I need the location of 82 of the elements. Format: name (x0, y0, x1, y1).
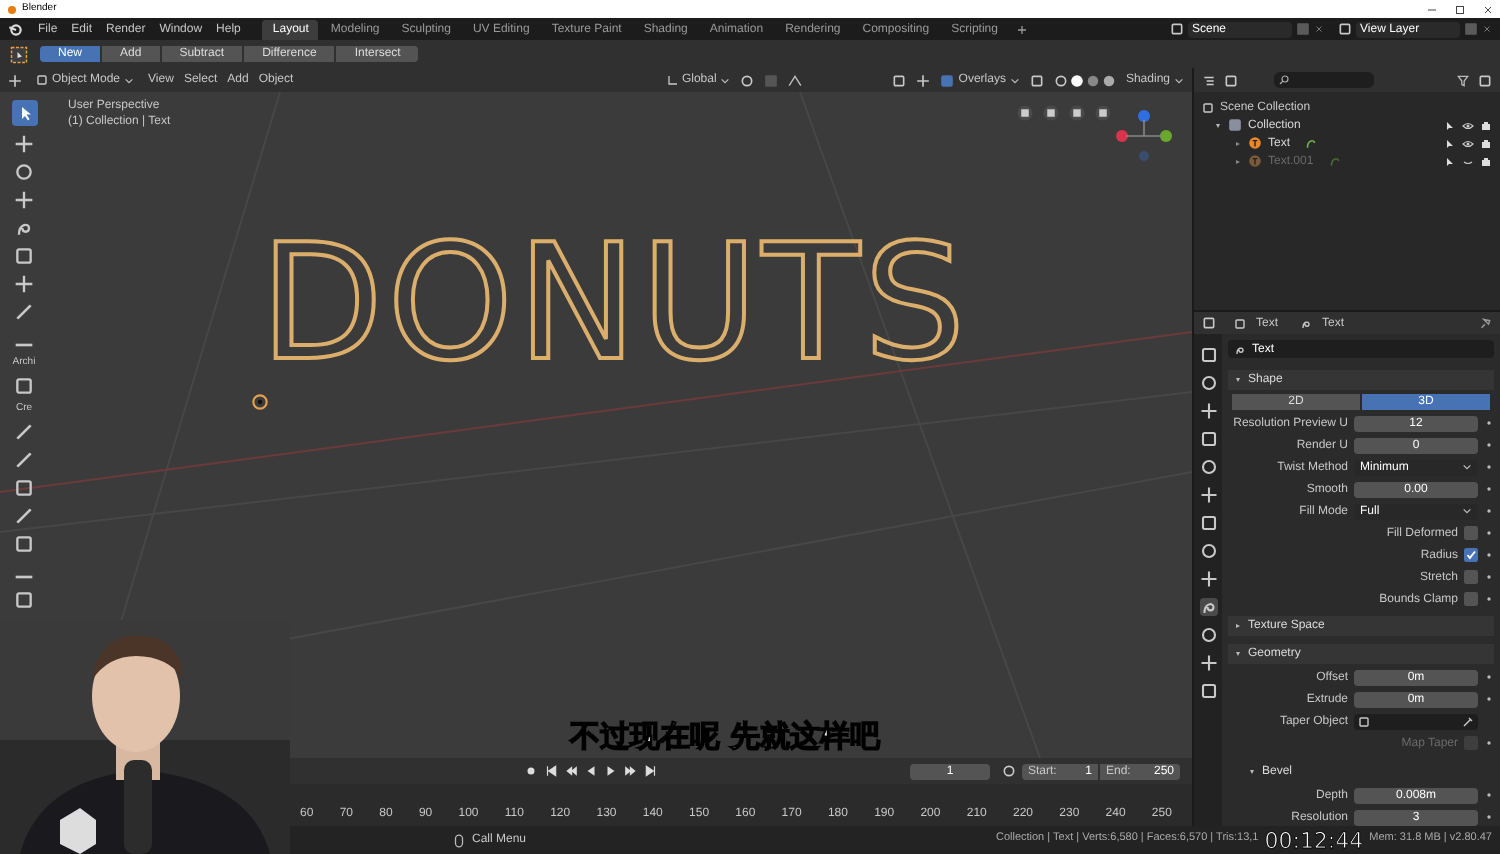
chevron-icon (720, 75, 731, 85)
close-icon[interactable] (1314, 24, 1324, 34)
pivot-icon[interactable] (740, 73, 755, 87)
rendered-shading-icon[interactable] (1101, 73, 1116, 87)
blender-logo-icon[interactable] (8, 21, 24, 37)
pin-icon[interactable] (1478, 316, 1492, 330)
close-icon[interactable] (1482, 24, 1492, 34)
square-icon[interactable] (14, 478, 34, 498)
keyframe-dot-icon[interactable] (1484, 418, 1494, 428)
minimize-icon[interactable] (1426, 3, 1438, 15)
close-icon[interactable] (1482, 3, 1494, 15)
square-icon[interactable] (1199, 514, 1217, 532)
curve-icon (1234, 343, 1246, 355)
wireframe-shading-icon[interactable] (1053, 73, 1068, 87)
filter-icon[interactable] (1456, 73, 1470, 87)
keyframe-dot-icon[interactable] (1484, 594, 1494, 604)
select-box-icon[interactable] (10, 45, 28, 63)
keyframe-dot-icon[interactable] (1484, 672, 1494, 682)
new-icon[interactable] (1296, 22, 1310, 36)
keyframe-dot-icon[interactable] (1484, 812, 1494, 822)
square-icon[interactable] (14, 376, 34, 396)
text-object-icon (1248, 136, 1262, 150)
search-field[interactable] (1274, 72, 1374, 88)
checkbox[interactable] (1464, 570, 1478, 584)
circle-icon[interactable] (14, 162, 34, 182)
disclosure-icon[interactable] (1214, 121, 1222, 129)
keyframe-dot-icon[interactable] (1484, 694, 1494, 704)
next-key-icon[interactable] (624, 764, 638, 778)
outliner-icon[interactable] (1202, 73, 1216, 87)
keyframe-dot-icon[interactable] (1484, 528, 1494, 538)
chevron-icon (1462, 462, 1472, 472)
app-logo-icon (6, 3, 18, 15)
chevron-icon (1174, 75, 1184, 85)
clock-icon[interactable] (1002, 764, 1016, 778)
chevron-icon (1462, 506, 1472, 516)
checkbox[interactable] (1464, 526, 1478, 540)
keyframe-dot-icon[interactable] (1484, 506, 1494, 516)
material-shading-icon[interactable] (1085, 73, 1100, 87)
chevron-icon (1009, 75, 1020, 85)
search-icon (1278, 74, 1290, 86)
curve-icon (1300, 317, 1313, 329)
jump-end-icon[interactable] (644, 764, 658, 778)
record-icon[interactable] (524, 764, 538, 778)
eye-icon[interactable] (1462, 137, 1474, 149)
previous-key-icon[interactable] (564, 764, 578, 778)
mouse-icon (452, 833, 466, 847)
axis-gizmo-icon[interactable] (1112, 108, 1176, 164)
video-timestamp: 00:12:44 (1264, 829, 1364, 851)
add-icon[interactable] (1015, 23, 1028, 35)
overlays-icon (940, 73, 955, 87)
scale-icon[interactable] (14, 246, 34, 266)
editor-type-icon[interactable] (8, 73, 22, 87)
keyframe-dot-icon[interactable] (1484, 738, 1494, 748)
keyframe-dot-icon[interactable] (1484, 572, 1494, 582)
cursor-cross-icon[interactable] (14, 134, 34, 154)
play-reverse-icon[interactable] (584, 764, 598, 778)
chevron-icon (124, 75, 135, 85)
axes-icon (665, 74, 678, 86)
square-icon[interactable] (14, 590, 34, 610)
jump-start-icon[interactable] (544, 764, 558, 778)
keyframe-dot-icon[interactable] (1484, 462, 1494, 472)
square-icon[interactable] (14, 534, 34, 554)
curve-icon[interactable] (1199, 598, 1217, 616)
play-icon[interactable] (604, 764, 618, 778)
object-field[interactable] (1354, 713, 1478, 729)
solid-shading-icon[interactable] (1069, 73, 1084, 87)
collection-icon (1228, 118, 1242, 132)
proportional-icon[interactable] (788, 73, 803, 87)
origin-icon (250, 392, 270, 412)
text-object: DONUTS (260, 224, 970, 384)
keyframe-dot-icon[interactable] (1484, 790, 1494, 800)
eyedropper-icon[interactable] (1462, 715, 1474, 727)
select-tool-button[interactable] (11, 100, 37, 126)
keyframe-dot-icon[interactable] (1484, 550, 1494, 560)
checkbox[interactable] (1464, 592, 1478, 606)
keyframe-dot-icon[interactable] (1484, 440, 1494, 450)
maximize-icon[interactable] (1454, 3, 1466, 15)
keyframe-dot-icon[interactable] (1484, 484, 1494, 494)
eye-icon[interactable] (1462, 119, 1474, 131)
text-object-icon (1248, 154, 1262, 168)
checkbox[interactable] (1464, 548, 1478, 562)
new-icon[interactable] (1464, 22, 1478, 36)
